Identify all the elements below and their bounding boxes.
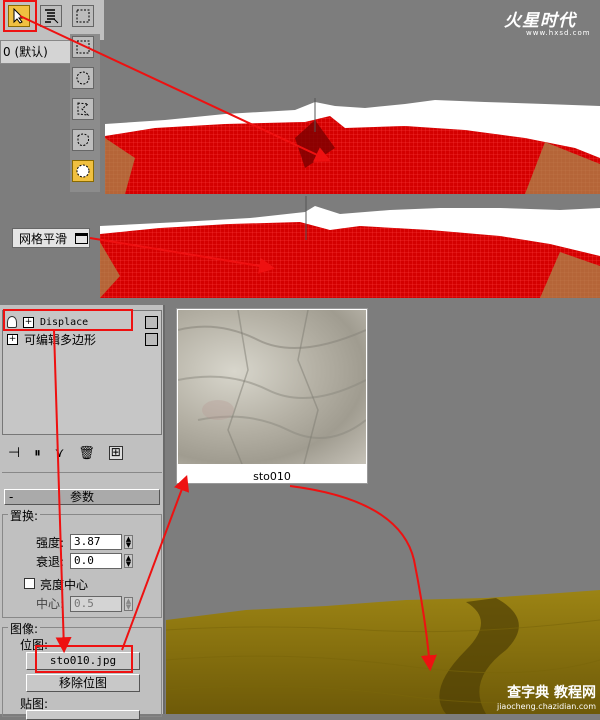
arrow-to-mesh: [19, 15, 331, 162]
arrow-texture-to-terrain: [289, 485, 437, 672]
arrow-bitmap-to-texture: [121, 475, 190, 651]
highlight-displace: [3, 309, 133, 331]
highlight-bitmap: [35, 645, 133, 673]
annotation-overlay: [3, 0, 437, 673]
arrow-displace-to-bitmap: [53, 329, 72, 654]
arrow-to-smooth: [89, 237, 276, 274]
